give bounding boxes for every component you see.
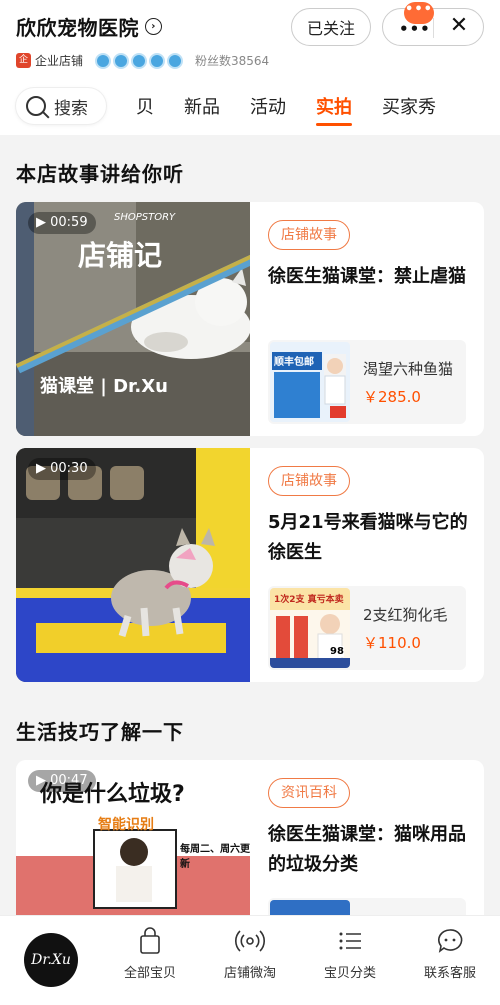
product-image-text: 1次2支 真亏本卖	[274, 595, 344, 605]
tab-live-photos[interactable]: 实拍	[316, 93, 352, 126]
close-button[interactable]: ✕	[445, 13, 473, 38]
kitten-video-image	[16, 448, 250, 682]
category-tag: 店铺故事	[268, 466, 350, 496]
notification-bubble[interactable]: •••	[404, 2, 434, 24]
product-name: 2支红狗化毛	[363, 606, 448, 624]
tabbar-label: 宝贝分类	[323, 966, 376, 981]
product-image: 1次2支 真亏本卖 98	[270, 588, 350, 668]
tab-items[interactable]: 贝	[136, 93, 154, 119]
capsule-divider	[433, 18, 434, 38]
thumb-caption-small: 每周二、周六更新	[180, 844, 250, 870]
shopping-bag-icon	[135, 926, 165, 956]
tabbar-all-items[interactable]: 全部宝贝	[110, 926, 190, 981]
product-name: 渴望六种鱼猫	[363, 360, 454, 378]
bottom-tab-bar: Dr.Xu 全部宝贝 店铺微淘 宝贝分类 联系客服	[0, 915, 500, 1005]
category-tag: 资讯百科	[268, 778, 350, 808]
thumb-caption-small: SHOPSTORY	[114, 212, 176, 223]
tabbar-label: 联系客服	[423, 966, 476, 981]
tab-buyer-show[interactable]: 买家秀	[382, 93, 436, 119]
search-label: 搜索	[54, 98, 88, 119]
shop-logo[interactable]: Dr.Xu	[24, 933, 78, 987]
search-icon	[26, 96, 46, 116]
diamond-icon	[149, 52, 166, 69]
diamond-icon	[131, 52, 148, 69]
card-info: 店铺故事 徐医生猫课堂：禁止虐猫	[268, 220, 468, 292]
category-tag: 店铺故事	[268, 220, 350, 250]
shop-title[interactable]: 欣欣宠物医院 ›	[16, 12, 162, 41]
product-image-text: 顺丰包邮	[274, 357, 314, 368]
card-info: 资讯百科 徐医生猫课堂：猫咪用品的垃圾分类	[268, 778, 468, 880]
enterprise-label: 企业店铺	[35, 54, 84, 68]
card-info: 店铺故事 5月21号来看猫咪与它的徐医生	[268, 466, 468, 568]
card-title[interactable]: 5月21号来看猫咪与它的徐医生	[268, 508, 468, 568]
list-icon	[335, 926, 365, 956]
shop-tabs: 搜索 贝 新品 活动 实拍 买家秀	[16, 88, 436, 126]
card-title[interactable]: 徐医生猫课堂：禁止虐猫	[268, 262, 468, 292]
enterprise-icon: 企	[16, 53, 31, 68]
diamond-icon	[167, 52, 184, 69]
video-duration: ▶ 00:59	[28, 212, 96, 234]
diamond-icon	[113, 52, 130, 69]
tabbar-categories[interactable]: 宝贝分类	[310, 926, 390, 981]
tab-new[interactable]: 新品	[184, 93, 220, 119]
tabbar-label: 店铺微淘	[223, 966, 276, 981]
diamond-icon	[95, 52, 112, 69]
tabbar-customer-service[interactable]: 联系客服	[410, 926, 490, 981]
tab-events[interactable]: 活动	[250, 93, 286, 119]
tabbar-shop-feed[interactable]: 店铺微淘	[210, 926, 290, 981]
chat-bubble-icon	[435, 926, 465, 956]
product-price: ￥285.0	[363, 388, 421, 406]
follow-button[interactable]: 已关注	[291, 8, 371, 46]
thumb-caption-sub: 猫课堂 | Dr.Xu	[40, 376, 168, 397]
tabbar-label: 全部宝贝	[123, 966, 176, 981]
shop-meta: 企 企业店铺 粉丝数38564	[16, 52, 269, 69]
thumb-caption-title: 你是什么垃圾?	[40, 782, 185, 807]
story-card[interactable]: ▶ 00:59 SHOPSTORY 店铺记 猫课堂 | Dr.Xu 店铺故事 徐…	[16, 202, 484, 436]
chevron-right-icon: ›	[145, 18, 162, 35]
search-button[interactable]: 搜索	[16, 88, 106, 124]
rating-diamonds	[95, 52, 184, 69]
linked-product[interactable]: 顺丰包邮 渴望六种鱼猫 ￥285.0	[268, 340, 466, 424]
thumb-caption-title: 店铺记	[78, 239, 163, 272]
video-thumbnail[interactable]: ▶ 00:30	[16, 448, 250, 682]
product-price: ￥110.0	[363, 634, 421, 652]
section-title: 生活技巧了解一下	[16, 720, 184, 744]
video-duration: ▶ 00:30	[28, 458, 96, 480]
shop-name: 欣欣宠物医院	[16, 16, 139, 40]
thumb-caption-sub: 智能识别	[98, 817, 154, 833]
linked-product[interactable]: 1次2支 真亏本卖 98 2支红狗化毛 ￥110.0	[268, 586, 466, 670]
product-image-badge: 98	[330, 646, 344, 657]
card-title[interactable]: 徐医生猫课堂：猫咪用品的垃圾分类	[268, 820, 468, 880]
video-thumbnail[interactable]: ▶ 00:59 SHOPSTORY 店铺记 猫课堂 | Dr.Xu	[16, 202, 250, 436]
section-title: 本店故事讲给你听	[16, 162, 184, 186]
broadcast-icon	[235, 926, 265, 956]
story-card[interactable]: ▶ 00:30 店铺故事 5月21号来看猫咪与它的徐医生 1次2支 真亏本卖 9…	[16, 448, 484, 682]
product-image: 顺丰包邮	[270, 342, 350, 422]
shop-header: 欣欣宠物医院 › 已关注 ••• ✕ ••• 企 企业店铺 粉丝数38564 搜…	[0, 0, 500, 135]
fans-count: 粉丝数38564	[195, 54, 270, 68]
